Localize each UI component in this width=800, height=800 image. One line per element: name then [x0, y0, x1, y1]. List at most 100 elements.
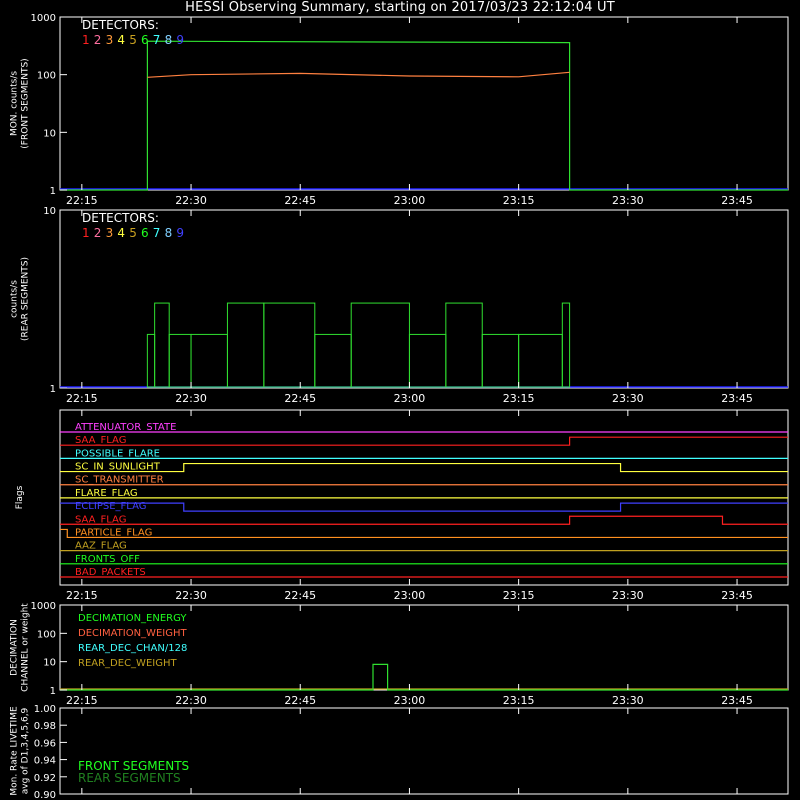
y-tick-label: 1 — [50, 186, 56, 197]
y-tick-label: 1 — [50, 384, 56, 395]
y-axis-label-2: counts/s — [10, 280, 20, 318]
x-tick-label: 22:45 — [284, 589, 316, 602]
x-tick-label: 23:30 — [612, 589, 644, 602]
legend-detector-1: 1 — [82, 226, 90, 240]
flag-label-8: PARTICLE_FLAG — [75, 527, 152, 538]
rear-bar — [445, 302, 483, 388]
legend-detector-3: 3 — [106, 226, 114, 240]
x-tick-label: 22:45 — [284, 694, 316, 707]
rear-bar — [168, 333, 192, 388]
flag-line-3 — [60, 462, 788, 473]
flag-label-2: POSSIBLE_FLARE — [75, 448, 160, 459]
rear-bar — [481, 333, 520, 388]
x-tick-label: 22:45 — [284, 392, 316, 405]
legend-detector-1: 1 — [82, 33, 90, 47]
y-tick-label: 10 — [43, 128, 56, 139]
hessi-summary-figure: 1 10 100 1000 MON. counts/s (FRONT SEGMENTS) 2… — [10, 13, 789, 800]
x-tick-label: 23:45 — [721, 589, 753, 602]
rear-bar — [314, 333, 352, 388]
y-tick-label: 1 — [50, 686, 56, 697]
y-tick-label: 0.96 — [34, 738, 56, 749]
x-tick-label: 23:15 — [503, 589, 535, 602]
legend-detector-6: 6 — [141, 226, 149, 240]
flag-label-0: ATTENUATOR_STATE — [75, 422, 176, 433]
flag-label-4: SC_TRANSMITTER — [75, 475, 164, 486]
x-tick-label: 22:15 — [66, 589, 98, 602]
y-tick-label: 0.94 — [34, 756, 56, 767]
x-tick-label: 23:15 — [503, 694, 535, 707]
x-tick-label: 23:30 — [612, 194, 644, 207]
flag-line-6 — [60, 502, 788, 512]
legend-detector-8: 8 — [165, 226, 173, 240]
y-tick-label: 0.90 — [34, 790, 56, 800]
x-tick-label: 23:15 — [503, 194, 535, 207]
flag-line-1 — [60, 436, 788, 446]
x-tick-label: 22:30 — [175, 589, 207, 602]
y-tick-label: 10 — [43, 658, 56, 669]
x-tick-label: 22:30 — [175, 392, 207, 405]
y-axis-label-4: DECIMATION — [10, 619, 20, 676]
legend-title-1: DETECTORS: — [82, 18, 159, 32]
y-tick-label: 100 — [37, 71, 56, 82]
legend-detector-2: 2 — [94, 33, 102, 47]
y-tick-label: 1000 — [31, 601, 56, 612]
y-tick-label: 100 — [37, 629, 56, 640]
decimation-legend-1: DECIMATION_WEIGHT — [78, 628, 187, 639]
flag-label-7: SAA_FLAG — [75, 514, 126, 525]
y-axis-label-2: (REAR SEGMENTS) — [21, 257, 31, 341]
x-tick-label: 22:15 — [66, 694, 98, 707]
x-tick-label: 23:00 — [394, 694, 426, 707]
front-series-0 — [60, 40, 788, 191]
x-tick-label: 23:45 — [721, 694, 753, 707]
x-tick-label: 22:15 — [66, 392, 98, 405]
legend-detector-5: 5 — [129, 33, 137, 47]
x-tick-label: 23:45 — [721, 392, 753, 405]
rear-bar — [263, 302, 316, 388]
legend-detector-9: 9 — [176, 226, 184, 240]
x-tick-label: 22:30 — [175, 194, 207, 207]
x-tick-label: 22:45 — [284, 194, 316, 207]
rear-bar — [408, 333, 447, 388]
rear-bar — [226, 302, 265, 388]
legend-detector-8: 8 — [165, 33, 173, 47]
legend-detector-4: 4 — [117, 226, 125, 240]
x-tick-label: 23:00 — [394, 194, 426, 207]
legend-title-2: DETECTORS: — [82, 211, 159, 225]
legend-detector-7: 7 — [153, 226, 161, 240]
rear-bar — [518, 333, 563, 388]
flag-label-11: BAD_PACKETS — [75, 567, 146, 578]
decimation-legend-2: REAR_DEC_CHAN/128 — [78, 643, 187, 654]
x-tick-label: 22:30 — [175, 694, 207, 707]
legend-detector-9: 9 — [176, 33, 184, 47]
y-axis-label-5: Mon. Rate LIVETIME — [10, 706, 20, 796]
x-tick-label: 22:15 — [66, 194, 98, 207]
x-tick-label: 23:15 — [503, 392, 535, 405]
legend-detector-7: 7 — [153, 33, 161, 47]
decimation-legend-3: REAR_DEC_WEIGHT — [78, 658, 177, 669]
rear-bar — [350, 302, 410, 388]
flag-line-8 — [60, 528, 788, 539]
rear-bar — [146, 333, 156, 388]
y-axis-label-1: MON. counts/s — [10, 71, 20, 136]
y-tick-label: 1000 — [31, 13, 56, 24]
x-tick-label: 23:30 — [612, 694, 644, 707]
rear-bar — [561, 302, 571, 388]
y-axis-label-1: (FRONT SEGMENTS) — [21, 58, 31, 148]
y-tick-label: 10 — [43, 206, 56, 217]
rear-bar — [154, 302, 170, 388]
y-axis-label-5: avg of D1,3,4,5,6,9 — [21, 707, 31, 794]
flag-label-5: FLARE_FLAG — [75, 488, 138, 499]
legend-detector-4: 4 — [117, 33, 125, 47]
legend-detector-5: 5 — [129, 226, 137, 240]
front-series-1 — [147, 71, 570, 78]
flag-label-3: SC_IN_SUNLIGHT — [75, 462, 161, 473]
legend-detector-3: 3 — [106, 33, 114, 47]
y-tick-label: 0.98 — [34, 721, 56, 732]
x-tick-label: 23:45 — [721, 194, 753, 207]
flag-line-7 — [60, 515, 788, 525]
decimation-legend-0: DECIMATION_ENERGY — [78, 613, 187, 624]
x-tick-label: 23:30 — [612, 392, 644, 405]
flag-label-9: AAZ_FLAG — [75, 541, 127, 552]
flag-label-10: FRONTS_OFF — [75, 554, 140, 565]
legend-detector-6: 6 — [141, 33, 149, 47]
